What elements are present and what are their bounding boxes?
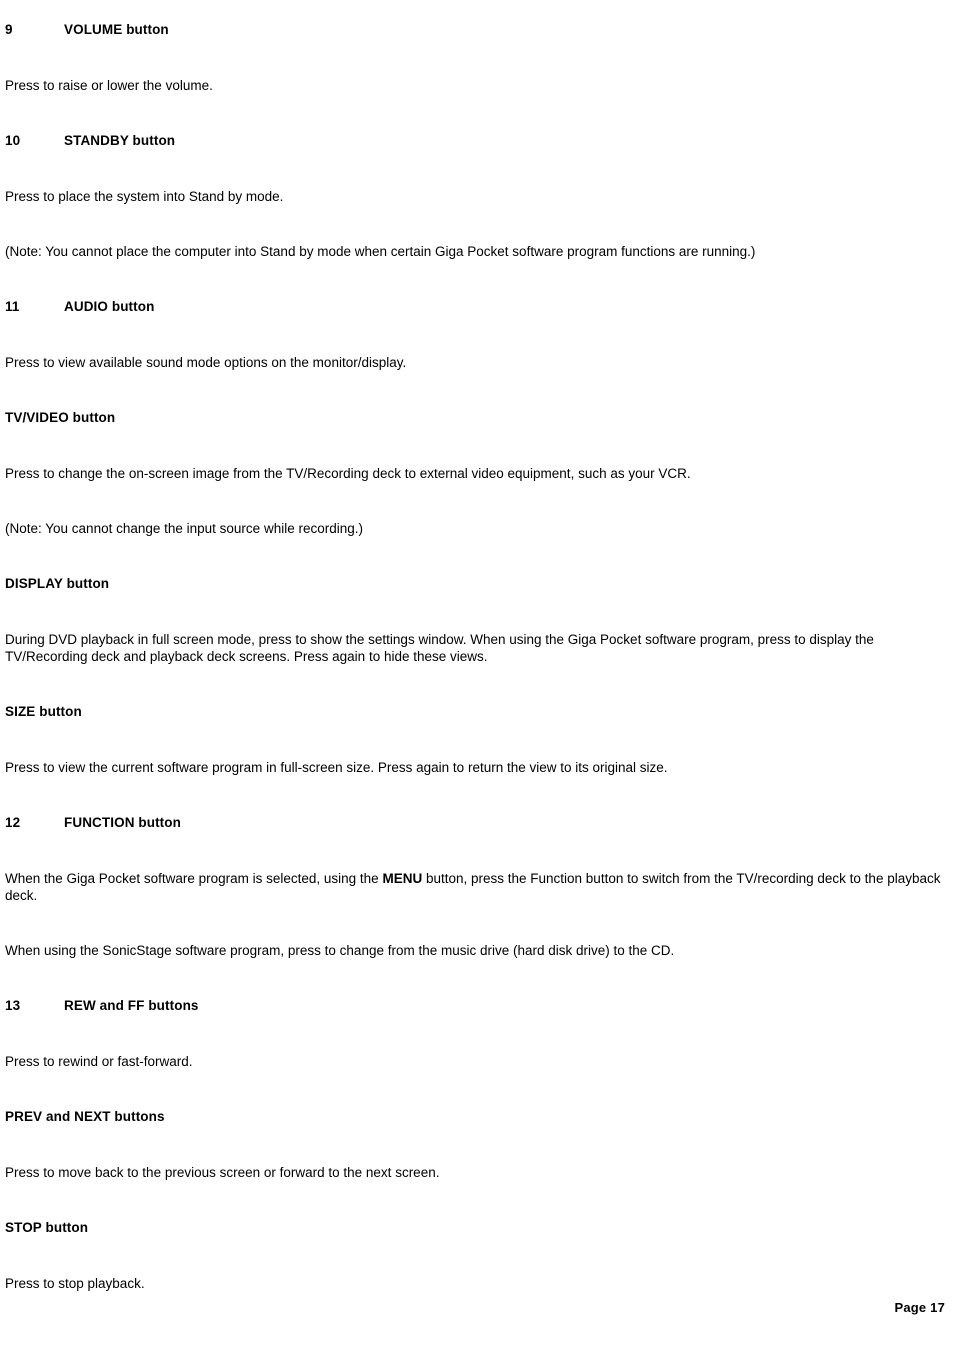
page-content: 9 VOLUME button Press to raise or lower … — [5, 0, 946, 1292]
document-page: 9 VOLUME button Press to raise or lower … — [0, 0, 954, 1351]
section-title: STANDBY button — [64, 133, 176, 148]
section-paragraph: Press to place the system into Stand by … — [5, 189, 284, 204]
page-number-footer: Page 17 — [894, 1300, 945, 1315]
section-paragraph: Press to rewind or fast-forward. — [5, 1054, 193, 1069]
section-paragraph: Press to stop playback. — [5, 1276, 145, 1291]
section-heading-stop: STOP button — [5, 1220, 89, 1235]
section-paragraph: Press to view the current software progr… — [5, 760, 668, 775]
section-paragraph: Press to move back to the previous scree… — [5, 1165, 440, 1180]
section-heading-size: SIZE button — [5, 704, 82, 719]
section-heading-tv-video: TV/VIDEO button — [5, 410, 116, 425]
section-number: 13 — [5, 998, 21, 1013]
section-number: 11 — [5, 299, 20, 314]
section-paragraph: Press to view available sound mode optio… — [5, 355, 407, 370]
section-note: (Note: You cannot change the input sourc… — [5, 521, 363, 536]
section-title: VOLUME button — [64, 22, 169, 37]
section-paragraph: When using the SonicStage software progr… — [5, 943, 675, 958]
paragraph-text-before: When the Giga Pocket software program is… — [5, 871, 383, 886]
section-title: AUDIO button — [64, 299, 155, 314]
section-paragraph: Press to change the on-screen image from… — [5, 466, 691, 481]
section-paragraph: Press to raise or lower the volume. — [5, 78, 213, 93]
section-number: 9 — [5, 22, 13, 37]
section-number: 12 — [5, 815, 21, 830]
section-title: REW and FF buttons — [64, 998, 199, 1013]
section-paragraph: When the Giga Pocket software program is… — [5, 870, 941, 904]
menu-emphasis: MENU — [382, 871, 423, 886]
section-heading-function: 12 FUNCTION button — [5, 815, 946, 831]
section-heading-display: DISPLAY button — [5, 576, 110, 591]
section-number: 10 — [5, 133, 21, 148]
section-heading-volume: 9 VOLUME button — [5, 22, 946, 38]
section-heading-audio: 11 AUDIO button — [5, 299, 946, 315]
section-heading-rew-ff: 13 REW and FF buttons — [5, 998, 946, 1014]
section-heading-prev-next: PREV and NEXT buttons — [5, 1109, 165, 1124]
section-paragraph: During DVD playback in full screen mode,… — [5, 632, 874, 664]
section-heading-standby: 10 STANDBY button — [5, 133, 946, 149]
section-title: FUNCTION button — [64, 815, 181, 830]
section-note: (Note: You cannot place the computer int… — [5, 244, 756, 259]
